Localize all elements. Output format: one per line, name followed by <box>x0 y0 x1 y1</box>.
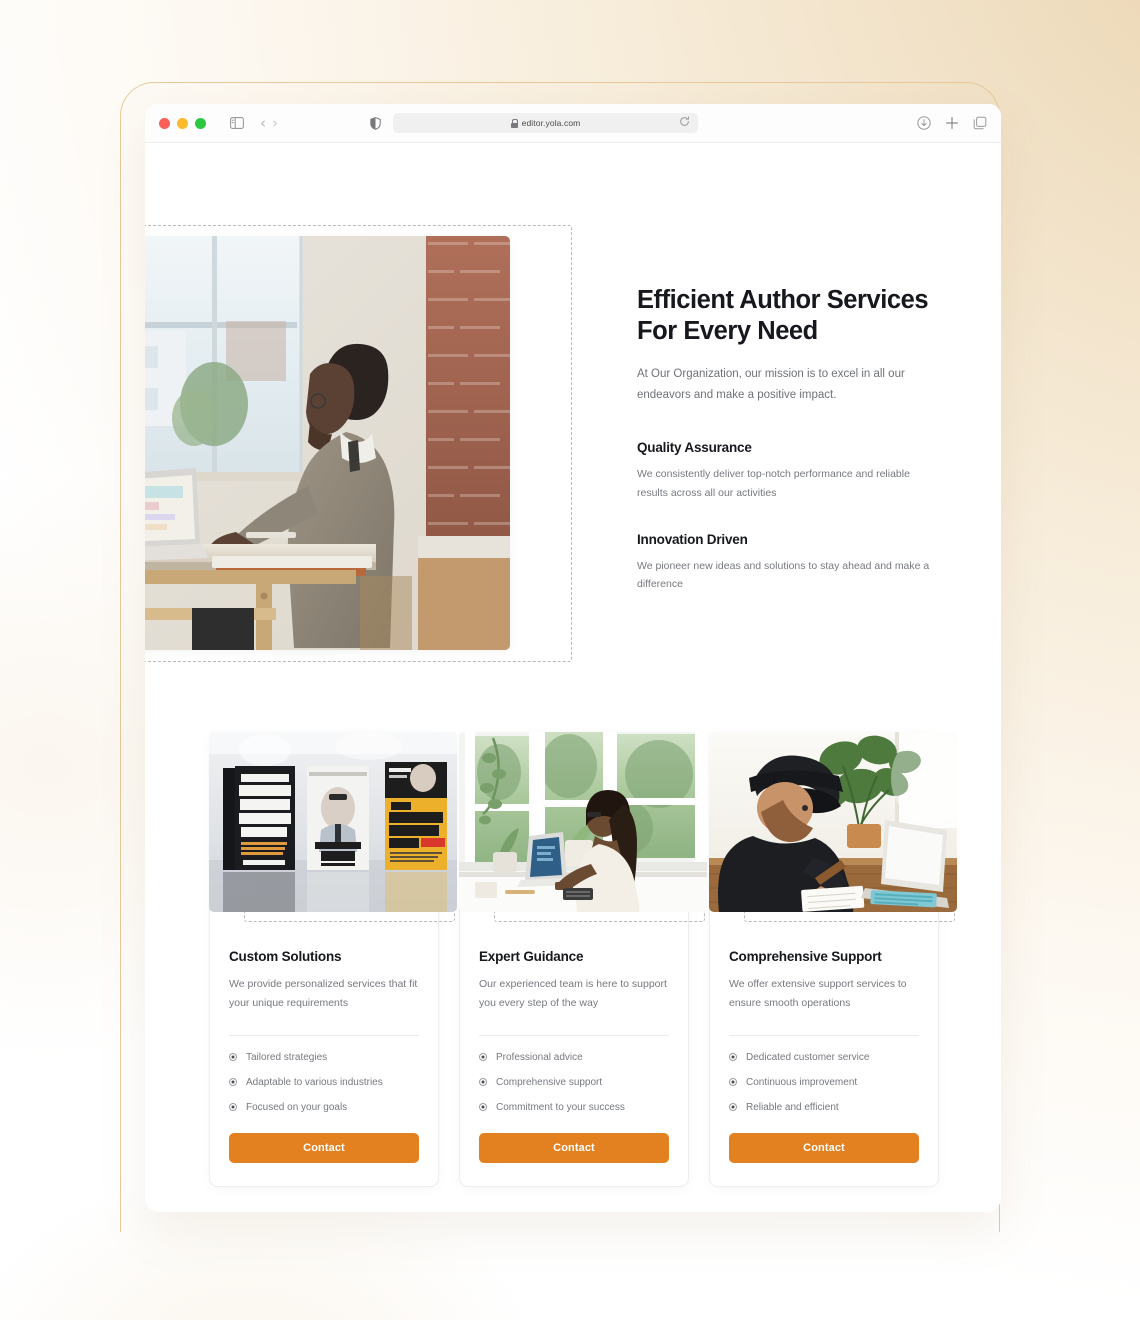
minimize-window-button[interactable] <box>177 117 188 129</box>
feature-quality-assurance: Quality Assurance We consistently delive… <box>637 440 937 503</box>
shield-icon[interactable] <box>370 116 381 130</box>
list-item: Reliable and efficient <box>729 1102 919 1113</box>
feature-title: Innovation Driven <box>637 531 748 547</box>
address-bar-content: editor.yola.com <box>510 118 581 128</box>
forward-icon[interactable]: › <box>272 115 278 131</box>
list-item-label: Tailored strategies <box>246 1051 328 1063</box>
divider <box>729 1034 919 1036</box>
tab-overview-icon[interactable] <box>973 116 987 130</box>
card-description: We offer extensive support services to e… <box>729 978 907 1009</box>
hero-copy: Efficient Author Services For Every Need… <box>637 285 937 594</box>
divider <box>479 1034 669 1036</box>
card-image[interactable] <box>209 732 457 912</box>
card-feature-list: Tailored strategies Adaptable to various… <box>229 1052 419 1113</box>
feature-text: We consistently deliver top-notch perfor… <box>637 467 910 499</box>
bullet-icon <box>729 1078 737 1087</box>
bullet-icon <box>229 1103 237 1112</box>
bullet-icon <box>729 1103 737 1112</box>
bullet-icon <box>479 1078 487 1087</box>
navigation-buttons[interactable]: ‹ › <box>260 115 278 131</box>
list-item-label: Dedicated customer service <box>746 1051 870 1063</box>
hero-image[interactable] <box>145 236 510 650</box>
list-item-label: Focused on your goals <box>246 1101 348 1113</box>
list-item: Tailored strategies <box>229 1052 419 1063</box>
card-feature-list: Professional advice Comprehensive suppor… <box>479 1052 669 1113</box>
browser-window: ‹ › editor.yola.com Efficient Author Ser… <box>145 104 1001 1212</box>
card-title: Custom Solutions <box>229 949 342 964</box>
card-custom-solutions: Custom Solutions We provide personalized… <box>209 732 457 1187</box>
bullet-icon <box>479 1053 487 1062</box>
bullet-icon <box>729 1053 737 1062</box>
list-item: Dedicated customer service <box>729 1052 919 1063</box>
reload-icon[interactable] <box>679 114 690 132</box>
back-icon[interactable]: ‹ <box>260 115 266 131</box>
card-image[interactable] <box>459 732 707 912</box>
hero-subtitle: At Our Organization, our mission is to e… <box>637 368 905 402</box>
page-title: Efficient Author Services For Every Need <box>637 286 929 346</box>
card-comprehensive-support: Comprehensive Support We offer extensive… <box>709 732 957 1187</box>
list-item-label: Commitment to your success <box>496 1101 625 1113</box>
bullet-icon <box>479 1103 487 1112</box>
card-feature-list: Dedicated customer service Continuous im… <box>729 1052 919 1113</box>
card-description: Our experienced team is here to support … <box>479 978 667 1009</box>
contact-button[interactable]: Contact <box>229 1132 419 1163</box>
website-canvas: Efficient Author Services For Every Need… <box>145 143 1001 1212</box>
list-item: Adaptable to various industries <box>229 1077 419 1088</box>
feature-text: We pioneer new ideas and solutions to st… <box>637 559 930 591</box>
lock-icon <box>510 118 519 128</box>
card-expert-guidance: Expert Guidance Our experienced team is … <box>459 732 707 1187</box>
contact-button[interactable]: Contact <box>729 1132 919 1163</box>
feature-innovation-driven: Innovation Driven We pioneer new ideas a… <box>637 532 937 595</box>
card-description: We provide personalized services that fi… <box>229 978 418 1009</box>
sidebar-icon[interactable] <box>230 117 244 129</box>
feature-title: Quality Assurance <box>637 439 752 455</box>
divider <box>229 1034 419 1036</box>
list-item: Commitment to your success <box>479 1102 669 1113</box>
close-window-button[interactable] <box>159 117 170 129</box>
list-item: Professional advice <box>479 1052 669 1063</box>
card-title: Comprehensive Support <box>729 949 882 964</box>
download-icon[interactable] <box>917 116 931 130</box>
card-title: Expert Guidance <box>479 949 584 964</box>
toolbar-right-actions[interactable] <box>917 116 987 130</box>
maximize-window-button[interactable] <box>195 117 206 129</box>
list-item-label: Reliable and efficient <box>746 1101 839 1113</box>
url-text: editor.yola.com <box>521 118 581 128</box>
list-item: Comprehensive support <box>479 1077 669 1088</box>
address-bar[interactable]: editor.yola.com <box>393 113 698 133</box>
list-item-label: Continuous improvement <box>746 1076 858 1088</box>
list-item-label: Professional advice <box>496 1051 583 1063</box>
card-image[interactable] <box>709 732 957 912</box>
list-item-label: Adaptable to various industries <box>246 1076 383 1088</box>
window-traffic-lights[interactable] <box>159 117 206 129</box>
bullet-icon <box>229 1078 237 1087</box>
plus-icon[interactable] <box>945 116 959 130</box>
contact-button[interactable]: Contact <box>479 1132 669 1163</box>
bullet-icon <box>229 1053 237 1062</box>
service-cards: Custom Solutions We provide personalized… <box>209 732 957 1187</box>
browser-toolbar: ‹ › editor.yola.com <box>145 104 1001 143</box>
list-item: Continuous improvement <box>729 1077 919 1088</box>
list-item: Focused on your goals <box>229 1102 419 1113</box>
list-item-label: Comprehensive support <box>496 1076 603 1088</box>
